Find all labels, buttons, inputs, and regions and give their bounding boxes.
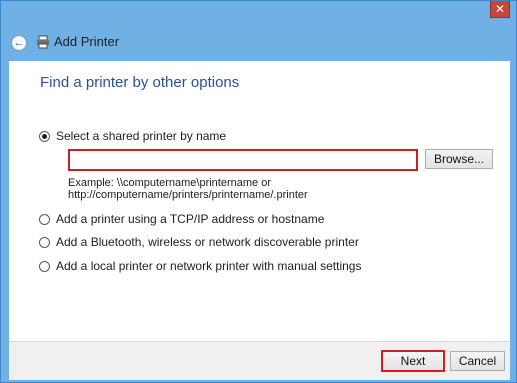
option-tcp-ip[interactable]: Add a printer using a TCP/IP address or …	[39, 212, 324, 226]
close-icon: ✕	[494, 2, 506, 16]
browse-button[interactable]: Browse...	[425, 149, 493, 169]
option-shared-printer[interactable]: Select a shared printer by name	[39, 129, 226, 143]
local-printer-label: Add a local printer or network printer w…	[56, 259, 362, 273]
shared-printer-radio[interactable]	[39, 130, 50, 142]
tcp-ip-radio[interactable]	[39, 213, 50, 225]
option-local-printer[interactable]: Add a local printer or network printer w…	[39, 259, 361, 273]
wizard-footer: Next Cancel	[9, 341, 510, 380]
back-arrow-icon: ←	[13, 37, 25, 49]
window-title: Add Printer	[54, 34, 120, 49]
printer-icon	[37, 35, 49, 49]
example-text: Example: \\computername\printername or h…	[68, 177, 308, 201]
bluetooth-label: Add a Bluetooth, wireless or network dis…	[56, 235, 359, 249]
next-button[interactable]: Next	[381, 350, 445, 372]
printer-name-input[interactable]	[68, 149, 418, 171]
back-button[interactable]: ←	[11, 35, 27, 51]
shared-printer-label: Select a shared printer by name	[56, 129, 227, 143]
page-heading: Find a printer by other options	[40, 74, 240, 91]
add-printer-window: ✕ ← Add Printer Find a printer by other …	[0, 0, 517, 383]
local-printer-radio[interactable]	[39, 260, 50, 272]
bluetooth-radio[interactable]	[39, 236, 50, 248]
example-line-2: http://computername/printers/printername…	[68, 189, 308, 201]
window-header: ← Add Printer	[1, 29, 516, 61]
example-line-1: Example: \\computername\printername or	[68, 177, 271, 189]
tcp-ip-label: Add a printer using a TCP/IP address or …	[56, 212, 325, 226]
close-button[interactable]: ✕	[490, 1, 510, 18]
option-bluetooth[interactable]: Add a Bluetooth, wireless or network dis…	[39, 235, 359, 249]
cancel-button[interactable]: Cancel	[450, 351, 505, 371]
wizard-content: Find a printer by other options Select a…	[9, 61, 510, 341]
